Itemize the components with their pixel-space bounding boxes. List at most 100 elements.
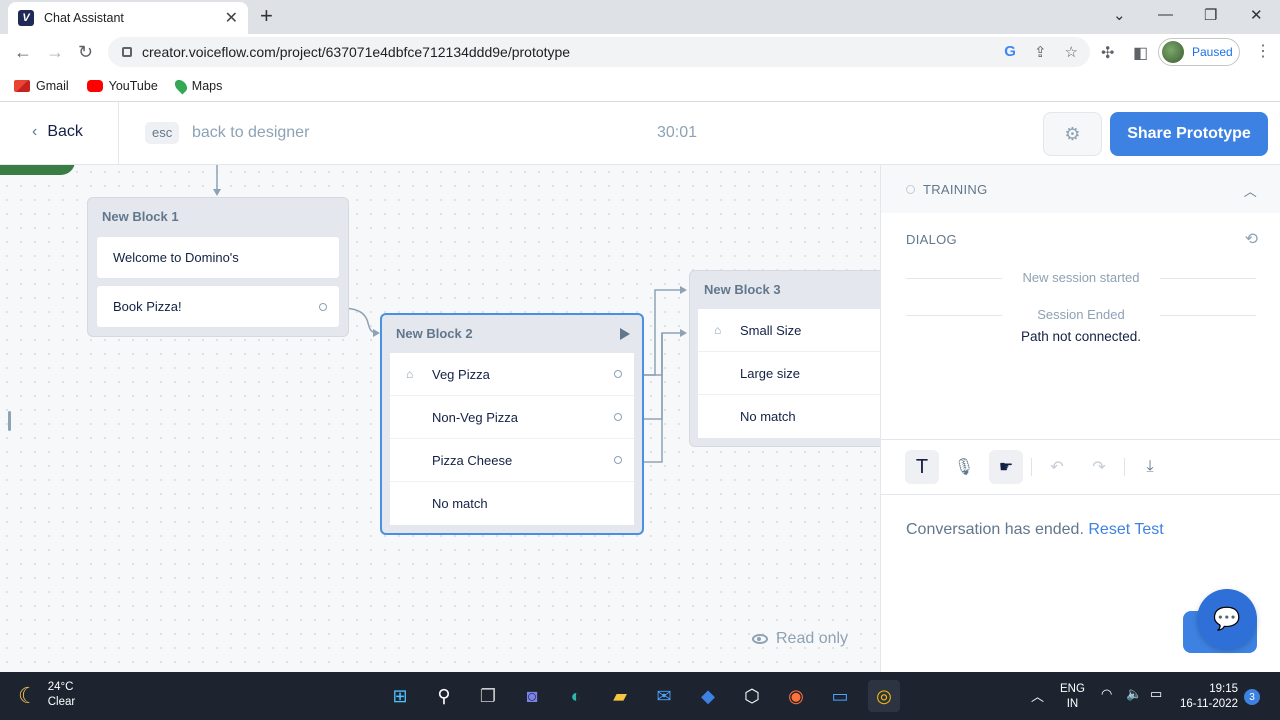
block-title: New Block 1 — [102, 209, 179, 224]
session-started-text: New session started — [1022, 270, 1140, 285]
redo-button[interactable]: ↷ — [1082, 450, 1116, 484]
wifi-icon[interactable]: ◠ — [1101, 686, 1112, 702]
file-explorer-icon[interactable]: ▰ — [604, 680, 636, 712]
app-icon[interactable]: ▭ — [824, 680, 856, 712]
choice-item[interactable]: ⌂ Veg Pizza — [390, 353, 634, 396]
cursor-click-icon: ☛ — [998, 459, 1014, 476]
button-step[interactable]: Book Pizza! — [96, 285, 340, 328]
path-message: Path not connected. — [1020, 329, 1142, 344]
bookmark-maps[interactable]: Maps — [172, 77, 223, 94]
mail-icon[interactable]: ✉ — [648, 680, 680, 712]
flow-block[interactable]: New Block 3 ⌂ Small Size Large size No m… — [689, 270, 880, 447]
firefox-icon[interactable]: ◉ — [780, 680, 812, 712]
button-mode-button[interactable]: ☛ — [989, 450, 1023, 484]
browser-menu-icon[interactable]: ⋮ — [1255, 41, 1271, 61]
choice-item[interactable]: Non-Veg Pizza — [390, 396, 634, 439]
voice-mode-button[interactable]: 🎙 — [947, 450, 981, 484]
step-label: Welcome to Domino's — [113, 250, 239, 265]
close-tab-icon[interactable]: ✕ — [225, 8, 238, 28]
bookmark-label: Gmail — [36, 78, 69, 93]
back-arrow-icon[interactable]: ← — [14, 42, 32, 63]
chrome-icon[interactable]: ◎ — [868, 680, 900, 712]
step-label: Small Size — [740, 322, 802, 338]
choice-item[interactable]: Large size — [698, 352, 880, 395]
flow-canvas[interactable]: New Block 1 Welcome to Domino's Book Piz… — [0, 165, 880, 672]
notification-badge[interactable]: 3 — [1244, 689, 1260, 705]
download-button[interactable]: ⤓ — [1133, 450, 1167, 484]
browser-tab[interactable]: V Chat Assistant ✕ — [8, 2, 248, 34]
reset-test-link[interactable]: Reset Test — [1088, 521, 1163, 538]
teams-chat-icon[interactable]: ◙ — [516, 680, 548, 712]
url-omnibox[interactable]: creator.voiceflow.com/project/637071e4db… — [108, 37, 1090, 67]
esc-key-hint: esc — [145, 122, 180, 144]
choice-item[interactable]: ⌂ Small Size — [698, 309, 880, 352]
edge-icon[interactable]: ◐ — [560, 680, 592, 712]
step-label: Pizza Cheese — [432, 452, 513, 468]
share-page-icon[interactable]: ⇪ — [1034, 43, 1047, 61]
minimize-icon[interactable]: — — [1158, 6, 1173, 23]
task-view-icon[interactable]: ❐ — [472, 680, 504, 712]
choice-item[interactable]: Pizza Cheese — [390, 439, 634, 482]
google-icon[interactable]: G — [1004, 43, 1016, 61]
output-port[interactable] — [614, 370, 622, 378]
lock-icon — [122, 47, 132, 57]
bookmark-star-icon[interactable]: ☆ — [1065, 43, 1078, 61]
battery-icon[interactable]: ▭ — [1150, 686, 1162, 702]
search-icon[interactable]: ⚲ — [428, 680, 460, 712]
restore-icon[interactable]: ❐ — [1204, 6, 1217, 24]
app-icon[interactable]: ⬡ — [736, 680, 768, 712]
volume-icon[interactable]: 🔈 — [1126, 686, 1142, 702]
refresh-icon[interactable]: ⟲ — [1245, 229, 1258, 249]
no-match-item[interactable]: No match — [390, 482, 634, 525]
maps-icon — [172, 77, 190, 94]
flow-block[interactable]: New Block 2 ⌂ Veg Pizza Non-Veg Pizza Pi… — [380, 313, 644, 535]
read-only-indicator: Read only — [752, 630, 848, 648]
youtube-icon — [86, 79, 103, 92]
play-icon[interactable] — [620, 328, 630, 340]
dropbox-icon[interactable]: ◆ — [692, 680, 724, 712]
divider — [1124, 458, 1125, 476]
chevron-up-icon[interactable]: ︿ — [1244, 181, 1257, 200]
chat-widget-button[interactable]: 💬 — [1197, 589, 1257, 649]
output-port[interactable] — [319, 302, 327, 311]
windows-start-icon[interactable]: ⊞ — [384, 680, 416, 712]
undo-button[interactable]: ↶ — [1040, 450, 1074, 484]
gear-icon: ⚙ — [1064, 123, 1081, 144]
weather-widget[interactable]: ☾ 24°C Clear — [18, 680, 75, 710]
back-to-designer-link[interactable]: back to designer — [192, 124, 309, 142]
address-bar-row: ← → ↻ creator.voiceflow.com/project/6370… — [0, 34, 1280, 70]
output-port[interactable] — [614, 413, 622, 421]
status-dot-icon — [906, 184, 915, 194]
chevron-up-icon[interactable]: ︿ — [1031, 686, 1044, 705]
choice-step[interactable]: ⌂ Veg Pizza Non-Veg Pizza Pizza Cheese N… — [390, 353, 634, 525]
flow-block[interactable]: New Block 1 Welcome to Domino's Book Piz… — [87, 197, 349, 337]
step-label: Non-Veg Pizza — [432, 409, 518, 425]
bookmark-label: Maps — [191, 78, 223, 93]
tab-search-icon[interactable]: ⌄ — [1113, 6, 1126, 24]
reload-icon[interactable]: ↻ — [78, 42, 93, 63]
language-indicator[interactable]: ENG IN — [1060, 682, 1085, 712]
extensions-icon[interactable]: ✣ — [1101, 43, 1114, 63]
side-panel-icon[interactable]: ◧ — [1133, 43, 1148, 63]
back-button[interactable]: ‹ Back — [32, 123, 83, 141]
speak-step[interactable]: Welcome to Domino's — [96, 236, 340, 279]
output-port[interactable] — [614, 456, 622, 464]
bookmark-youtube[interactable]: YouTube — [86, 79, 158, 93]
taskbar-apps: ⊞ ⚲ ❐ ◙ ◐ ▰ ✉ ◆ ⬡ ◉ ▭ ◎ — [384, 680, 900, 712]
conversation-ended-message: Conversation has ended. Reset Test — [906, 521, 1164, 539]
choice-step[interactable]: ⌂ Small Size Large size No match — [698, 309, 880, 438]
forward-arrow-icon[interactable]: → — [46, 42, 64, 63]
bookmark-gmail[interactable]: Gmail — [14, 79, 69, 93]
share-prototype-button[interactable]: Share Prototype — [1110, 112, 1268, 156]
system-clock[interactable]: 19:15 16-11-2022 — [1180, 682, 1238, 712]
profile-button[interactable]: Paused — [1158, 38, 1240, 66]
training-section-header[interactable]: TRAINING ︿ — [881, 165, 1280, 213]
no-match-item[interactable]: No match — [698, 395, 880, 438]
text-mode-button[interactable]: T — [905, 450, 939, 484]
settings-button[interactable]: ⚙ — [1043, 112, 1102, 156]
window-close-icon[interactable]: ✕ — [1250, 6, 1263, 24]
session-ended-line: Session Ended — [906, 307, 1256, 322]
lang-top: ENG — [1060, 683, 1085, 695]
temperature: 24°C — [47, 681, 74, 693]
new-tab-icon[interactable]: + — [260, 5, 273, 27]
